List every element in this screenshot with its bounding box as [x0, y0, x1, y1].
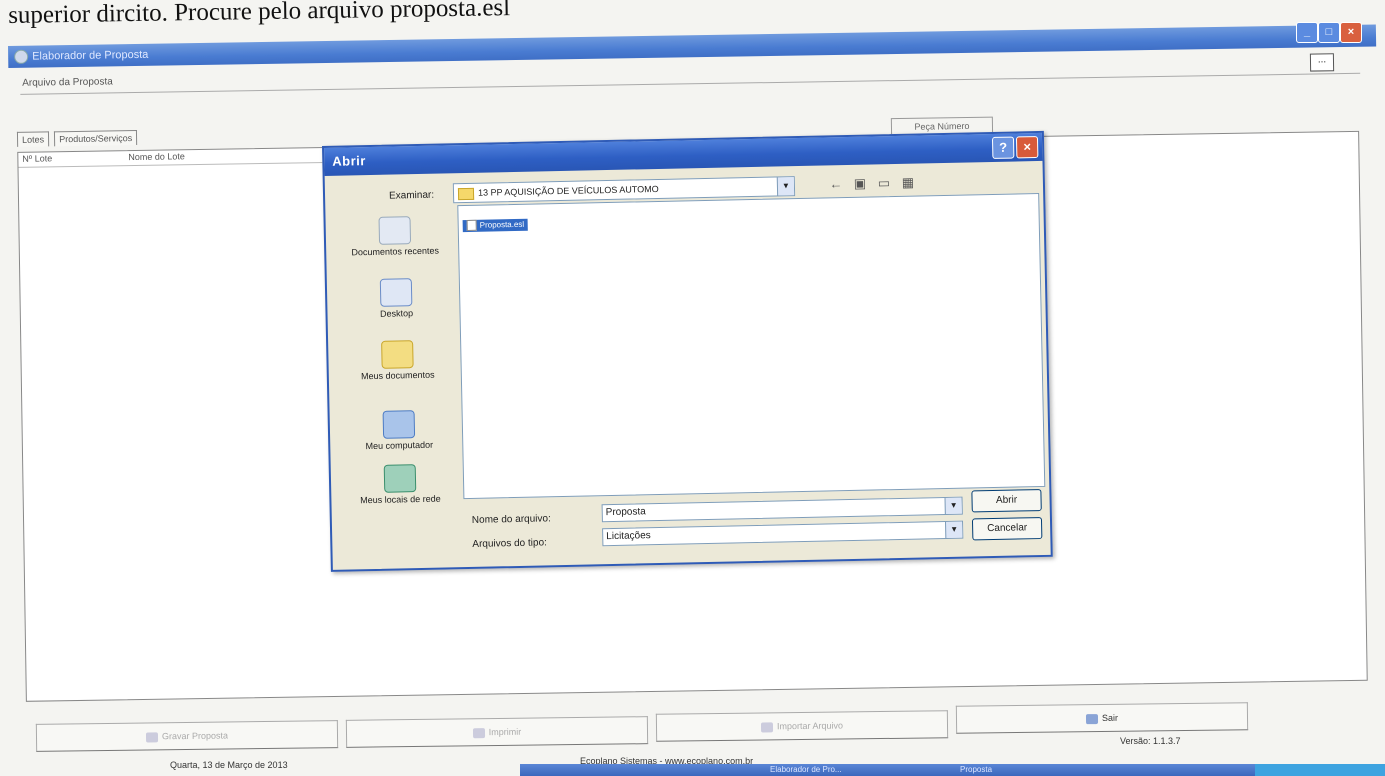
app-title: Elaborador de Proposta	[32, 48, 149, 63]
open-file-dialog: Abrir ? × Examinar: 13 PP AQUISIÇÃO DE V…	[322, 130, 1053, 572]
desktop-icon	[379, 278, 413, 307]
place-network[interactable]: Meus locais de rede	[339, 463, 462, 506]
column-header-lote[interactable]: Nº Lote	[22, 153, 52, 163]
place-recent[interactable]: Documentos recentes	[334, 215, 457, 258]
dialog-title: Abrir	[332, 153, 367, 169]
up-folder-icon[interactable]: ▣	[849, 175, 871, 193]
imprimir-button[interactable]: Imprimir	[345, 716, 649, 748]
abrir-button[interactable]: Abrir	[971, 489, 1042, 513]
taskbar: Elaborador de Pro... Proposta	[520, 764, 1385, 776]
tipo-arquivo-label: Arquivos do tipo:	[472, 537, 547, 550]
imprimir-label: Imprimir	[488, 726, 522, 738]
browse-button[interactable]: ...	[1309, 53, 1335, 72]
chevron-down-icon[interactable]: ▼	[945, 521, 963, 539]
help-icon[interactable]: ?	[991, 136, 1015, 159]
exit-icon	[1085, 713, 1099, 724]
chevron-down-icon[interactable]: ▼	[776, 177, 795, 196]
recent-docs-icon	[378, 216, 412, 245]
nome-arquivo-value: Proposta	[605, 506, 646, 519]
file-list[interactable]: Proposta.esl	[457, 192, 1046, 500]
tipo-arquivo-value: Licitações	[606, 530, 651, 543]
place-desktop[interactable]: Desktop	[335, 277, 458, 320]
import-icon	[760, 721, 774, 733]
status-date: Quarta, 13 de Março de 2013	[170, 760, 288, 770]
tab-bar: Lotes Produtos/Serviços	[16, 130, 139, 150]
close-icon[interactable]: ×	[1340, 22, 1362, 43]
place-network-label: Meus locais de rede	[360, 493, 441, 506]
dialog-close-icon[interactable]: ×	[1015, 136, 1039, 159]
nome-arquivo-label: Nome do arquivo:	[471, 513, 551, 526]
versao-label: Versão: 1.1.3.7	[1120, 736, 1181, 746]
arquivo-field[interactable]	[20, 72, 1361, 95]
view-menu-icon[interactable]: ▦	[897, 174, 919, 192]
place-documents[interactable]: Meus documentos	[336, 339, 459, 382]
footer-bar: Gravar Proposta Imprimir Importar Arquiv…	[0, 690, 1385, 776]
place-computer[interactable]: Meu computador	[338, 409, 461, 452]
my-computer-icon	[382, 410, 416, 439]
importar-label: Importar Arquivo	[776, 720, 844, 732]
maximize-icon[interactable]: □	[1318, 22, 1340, 43]
nome-arquivo-input[interactable]: Proposta ▼	[601, 496, 963, 523]
gravar-label: Gravar Proposta	[161, 730, 229, 742]
arquivo-label: Arquivo da Proposta	[22, 76, 113, 89]
minimize-icon[interactable]: _	[1296, 22, 1318, 43]
caption-text: superior dircito. Procure pelo arquivo p…	[8, 0, 511, 29]
sair-label: Sair	[1101, 712, 1119, 723]
app-icon	[14, 49, 29, 64]
tipo-arquivo-select[interactable]: Licitações ▼	[602, 520, 964, 547]
file-item[interactable]: Proposta.esl	[462, 218, 529, 233]
gravar-proposta-button[interactable]: Gravar Proposta	[35, 720, 339, 752]
tab-lotes[interactable]: Lotes	[16, 131, 50, 147]
chevron-down-icon[interactable]: ▼	[944, 497, 962, 515]
save-icon	[145, 731, 159, 743]
new-folder-icon[interactable]: ▭	[873, 174, 895, 192]
print-icon	[472, 727, 485, 738]
examinar-label: Examinar:	[388, 189, 435, 202]
place-computer-label: Meu computador	[365, 439, 434, 452]
network-places-icon	[383, 464, 417, 493]
cancelar-button[interactable]: Cancelar	[971, 517, 1043, 541]
taskbar-item-app[interactable]: Elaborador de Pro...	[770, 765, 842, 774]
place-documents-label: Meus documentos	[360, 369, 435, 382]
taskbar-item-proposta[interactable]: Proposta	[960, 765, 992, 774]
tab-produtos[interactable]: Produtos/Serviços	[54, 130, 138, 147]
file-item-label: Proposta.esl	[479, 219, 525, 230]
importar-arquivo-button[interactable]: Importar Arquivo	[655, 710, 949, 742]
sair-button[interactable]: Sair	[955, 702, 1249, 734]
my-documents-icon	[381, 340, 414, 369]
folder-icon	[457, 187, 475, 200]
back-icon[interactable]: ←	[825, 175, 847, 193]
place-desktop-label: Desktop	[379, 308, 414, 319]
system-tray	[1255, 764, 1385, 776]
places-bar: Documentos recentes Desktop Meus documen…	[334, 215, 462, 507]
examinar-value: 13 PP AQUISIÇÃO DE VEÍCULOS AUTOMO	[477, 183, 659, 198]
place-recent-label: Documentos recentes	[351, 245, 440, 258]
file-icon	[466, 220, 477, 232]
column-header-nome[interactable]: Nome do Lote	[128, 151, 185, 162]
